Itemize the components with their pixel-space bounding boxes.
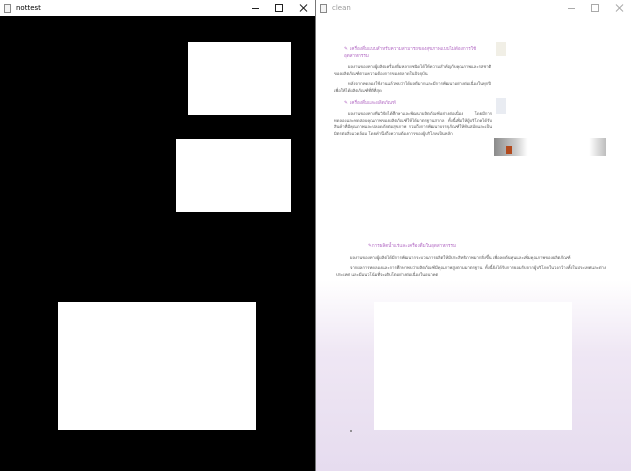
heading-text: เครื่องดื่มแบบสำหรับความสามารถของสุขภาพแ…	[344, 47, 477, 59]
window-icon	[4, 3, 11, 13]
maximize-icon	[275, 4, 283, 12]
window-icon	[320, 3, 327, 13]
heading-text: การผลิตน้ำแร่และเครื่องดื่มในอุตสาหกรรม	[371, 244, 456, 249]
right-title-bar[interactable]: clean	[316, 0, 631, 16]
maximize-button[interactable]	[583, 0, 607, 16]
minimize-icon	[251, 7, 259, 9]
white-region	[176, 139, 291, 212]
paragraph: หลังจากทดลองใช้งานแล้วพบว่าได้ผลดีมากและ…	[334, 81, 491, 93]
left-window: nottest	[0, 0, 316, 471]
minimize-button[interactable]	[243, 0, 267, 16]
white-region	[374, 302, 572, 430]
close-icon	[615, 4, 623, 12]
paragraph: ผลงานของทางผู้ผลิตได้มีการพัฒนากระบวนการ…	[350, 254, 571, 260]
section-heading: ✎ เครื่องดื่มแบบสำหรับความสามารถของสุขภาพ…	[334, 47, 492, 60]
document-column: ✎ เครื่องดื่มแบบสำหรับความสามารถของสุขภาพ…	[334, 41, 492, 142]
right-window: clean ✎ เครื่องดื่มแบบสำหรับความสามารถของ…	[316, 0, 631, 471]
close-icon	[299, 4, 307, 12]
section-heading: ✎ เครื่องดื่มและผลิตภัณฑ์	[334, 101, 492, 108]
white-region	[188, 42, 291, 115]
heading-text: เครื่องดื่มและผลิตภัณฑ์	[349, 100, 396, 106]
link-icon: ✎	[344, 100, 348, 106]
minimize-icon	[567, 7, 575, 9]
right-window-title: clean	[332, 4, 351, 12]
left-title-bar[interactable]: nottest	[0, 0, 315, 16]
document-image: ✎ เครื่องดื่มแบบสำหรับความสามารถของสุขภาพ…	[316, 16, 631, 471]
speck	[350, 430, 352, 432]
close-button[interactable]	[607, 0, 631, 16]
link-icon: ✎	[344, 47, 348, 52]
white-region	[58, 302, 256, 430]
maximize-button[interactable]	[267, 0, 291, 16]
image-canvas	[0, 16, 315, 471]
thumbnail-image	[496, 98, 506, 114]
document-footer-column: ✎การผลิตน้ำแร่และเครื่องดื่มในอุตสาหกรรม…	[336, 244, 606, 282]
minimize-button[interactable]	[559, 0, 583, 16]
close-button[interactable]	[291, 0, 315, 16]
paragraph: ผลงานของทางผู้ผลิตเครื่องดื่มหลายชนิดได้…	[334, 64, 492, 76]
maximize-icon	[591, 4, 599, 12]
left-window-title: nottest	[16, 4, 41, 12]
paragraph: ผลงานของทางทีมวิจัยได้ศึกษาและพัฒนาผลิตภ…	[334, 111, 492, 136]
thumbnail-image	[496, 42, 506, 56]
photo-detail	[506, 146, 512, 154]
section-heading: ✎การผลิตน้ำแร่และเครื่องดื่มในอุตสาหกรรม	[336, 244, 606, 251]
paragraph: จากผลการทดลองและการศึกษาพบว่าผลิตภัณฑ์มี…	[336, 265, 606, 277]
